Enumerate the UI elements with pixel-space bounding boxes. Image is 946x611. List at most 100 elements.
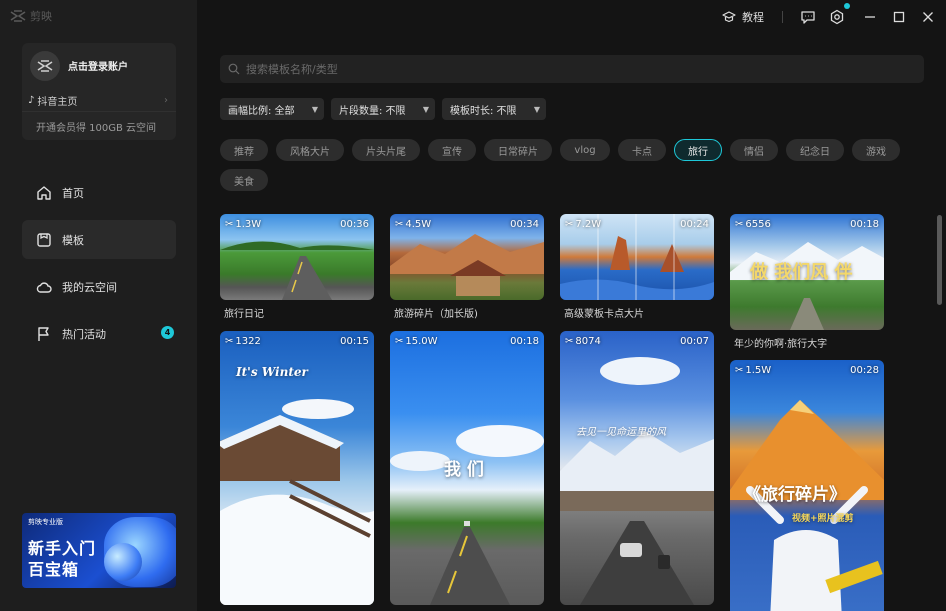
- duration: 00:15: [340, 336, 369, 347]
- sidebar-item-home[interactable]: 首页: [22, 173, 176, 212]
- filter-label: 模板时长: 不限: [450, 105, 517, 117]
- category-chip[interactable]: 日常碎片: [484, 139, 552, 161]
- sidebar-item-template[interactable]: 模板: [22, 220, 176, 259]
- duration-dropdown[interactable]: 模板时长: 不限 ▼: [442, 98, 546, 120]
- vip-promo-link[interactable]: 开通会员得 100GB 云空间: [36, 119, 156, 134]
- app-name: 剪映: [30, 10, 52, 23]
- maximize-icon[interactable]: [891, 9, 907, 25]
- scissors-icon: ✂: [225, 336, 234, 347]
- douyin-homepage-link[interactable]: ♪ 抖音主页 ›: [28, 93, 168, 108]
- sidebar-item-label: 热门活动: [62, 327, 106, 341]
- template-title: 旅游碎片（加长版): [394, 309, 478, 320]
- category-chip[interactable]: 推荐: [220, 139, 268, 161]
- scissors-icon: ✂: [395, 336, 404, 347]
- settings-gear-icon[interactable]: [829, 9, 845, 25]
- scissors-icon: ✂: [735, 219, 744, 230]
- feedback-icon[interactable]: [800, 9, 816, 25]
- filter-bar: 画幅比例: 全部 ▼ 片段数量: 不限 ▼ 模板时长: 不限 ▼: [220, 98, 546, 120]
- sidebar-item-events[interactable]: 热门活动 4: [22, 314, 176, 353]
- overlay-subcaption: 视频+照片混剪: [792, 514, 854, 524]
- sidebar-nav: 首页 模板 我的云空间 热门活动 4: [22, 173, 176, 361]
- scissors-icon: ✂: [735, 365, 744, 376]
- usage-count: ✂ 1.5W: [735, 365, 772, 376]
- close-icon[interactable]: [920, 9, 936, 25]
- snow-mountain-street-scene: [560, 357, 714, 605]
- template-thumbnail: ✂ 1.3W 00:36: [220, 214, 374, 300]
- sidebar-item-label: 我的云空间: [62, 280, 117, 294]
- usage-count: ✂ 7.2W: [565, 219, 602, 230]
- search-icon: [228, 63, 240, 75]
- notification-dot: [844, 3, 850, 9]
- usage-count: ✂ 8074: [565, 336, 601, 347]
- template-title: 高级蒙板卡点大片: [564, 309, 644, 320]
- template-thumbnail: 做 我们风 伴 ✂ 6556 00:18: [730, 214, 884, 330]
- duration: 00:07: [680, 336, 709, 347]
- category-chip-active[interactable]: 旅行: [674, 139, 722, 161]
- category-chip[interactable]: 风格大片: [276, 139, 344, 161]
- template-thumbnail: 《旅行碎片》 视频+照片混剪 ✂ 1.5W 00:28: [730, 360, 884, 611]
- usage-count: ✂ 1322: [225, 336, 261, 347]
- category-chip[interactable]: 宣传: [428, 139, 476, 161]
- template-card[interactable]: 我 们 ✂ 15.0W 00:18: [390, 331, 544, 605]
- douyin-label: 抖音主页: [37, 97, 78, 108]
- account-card: 点击登录账户 ♪ 抖音主页 › 开通会员得 100GB 云空间: [22, 43, 176, 140]
- category-chip[interactable]: 游戏: [852, 139, 900, 161]
- aspect-ratio-dropdown[interactable]: 画幅比例: 全部 ▼: [220, 98, 324, 120]
- flag-icon: [38, 326, 49, 341]
- template-title: 旅行日记: [224, 309, 264, 320]
- beginner-promo-banner[interactable]: 剪映专业版 新手入门 百宝箱: [22, 513, 176, 588]
- template-title: 年少的你啊·旅行大字: [734, 339, 828, 350]
- template-card[interactable]: ✂ 7.2W 00:24 高级蒙板卡点大片: [560, 214, 714, 320]
- filter-label: 画幅比例: 全部: [228, 105, 295, 117]
- template-card[interactable]: 《旅行碎片》 视频+照片混剪 ✂ 1.5W 00:28: [730, 360, 884, 611]
- category-chip[interactable]: 纪念日: [786, 139, 844, 161]
- search-input[interactable]: [246, 62, 846, 76]
- template-card[interactable]: ✂ 1.3W 00:36 旅行日记: [220, 214, 374, 320]
- scrollbar-thumb[interactable]: [937, 215, 942, 305]
- chevron-down-icon: ▼: [422, 104, 429, 114]
- cloud-icon: [36, 281, 52, 293]
- category-chip[interactable]: 美食: [220, 169, 268, 191]
- sidebar-item-cloud[interactable]: 我的云空间: [22, 267, 176, 306]
- duration: 00:24: [680, 219, 709, 230]
- overlay-caption: 做 我们风 伴: [750, 262, 853, 283]
- template-card[interactable]: 做 我们风 伴 ✂ 6556 00:18 年少的你啊·旅行大字: [730, 214, 884, 352]
- usage-count: ✂ 6556: [735, 219, 771, 230]
- avatar[interactable]: [30, 51, 60, 81]
- capcut-logo-icon: [37, 60, 53, 72]
- duration: 00:18: [510, 336, 539, 347]
- template-card[interactable]: ✂ 4.5W 00:34 旅游碎片（加长版): [390, 214, 544, 320]
- filter-label: 片段数量: 不限: [339, 105, 406, 117]
- search-bar[interactable]: [220, 55, 924, 83]
- usage-count: ✂ 1.3W: [225, 219, 262, 230]
- tutorial-button[interactable]: 教程: [722, 9, 764, 25]
- duration: 00:28: [850, 365, 879, 376]
- divider: [782, 11, 783, 23]
- clip-count-dropdown[interactable]: 片段数量: 不限 ▼: [331, 98, 435, 120]
- scissors-icon: ✂: [565, 219, 574, 230]
- duration: 00:36: [340, 219, 369, 230]
- template-card[interactable]: 去见一见命运里的风 ✂ 8074 00:07: [560, 331, 714, 605]
- sidebar-item-label: 首页: [62, 186, 84, 200]
- promo-tag: 剪映专业版: [28, 518, 63, 526]
- category-chip[interactable]: 卡点: [618, 139, 666, 161]
- notification-badge: 4: [161, 326, 174, 339]
- template-thumbnail: ✂ 7.2W 00:24: [560, 214, 714, 300]
- tutorial-label: 教程: [742, 11, 764, 24]
- home-icon: [37, 185, 51, 200]
- overlay-caption: It's Winter: [236, 365, 308, 379]
- minimize-icon[interactable]: [862, 9, 878, 25]
- template-card[interactable]: It's Winter ✂ 1322 00:15: [220, 331, 374, 605]
- overlay-caption: 去见一见命运里的风: [576, 427, 666, 438]
- template-thumbnail: It's Winter ✂ 1322 00:15: [220, 331, 374, 605]
- overlay-caption: 《旅行碎片》: [744, 485, 846, 505]
- app-logo: 剪映: [10, 8, 52, 24]
- category-chip[interactable]: 情侣: [730, 139, 778, 161]
- category-chip[interactable]: vlog: [560, 139, 610, 161]
- graduation-cap-icon: [722, 11, 736, 23]
- scissors-icon: ✂: [565, 336, 574, 347]
- category-chip[interactable]: 片头片尾: [352, 139, 420, 161]
- login-link[interactable]: 点击登录账户: [68, 58, 128, 73]
- scissors-icon: ✂: [395, 219, 404, 230]
- promo-title-line2: 百宝箱: [28, 560, 80, 579]
